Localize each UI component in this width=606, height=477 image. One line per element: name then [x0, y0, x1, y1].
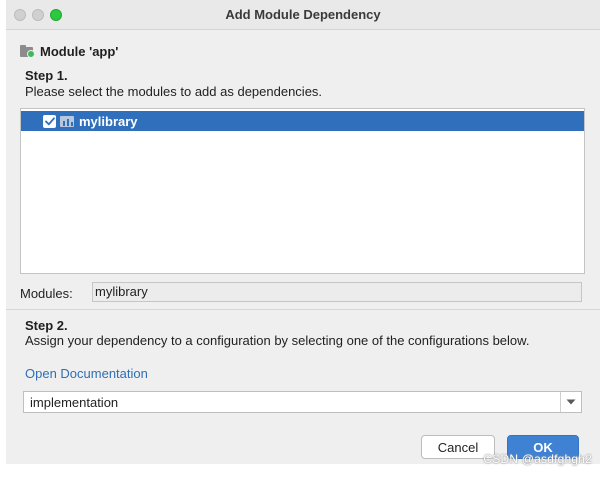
check-icon [44, 116, 55, 125]
list-item-mylibrary[interactable]: mylibrary [21, 111, 584, 131]
modules-label: Modules: [20, 286, 73, 301]
chevron-down-icon [566, 399, 576, 405]
window-title: Add Module Dependency [225, 7, 381, 22]
step1-description: Please select the modules to add as depe… [25, 84, 323, 99]
section-divider [6, 309, 600, 310]
module-title: Module 'app' [40, 43, 119, 59]
module-list[interactable]: mylibrary [20, 108, 585, 274]
configuration-dropdown-button[interactable] [560, 392, 581, 412]
watermark: CSDN @asdfghgh2 [483, 452, 592, 466]
step2-label: Step 2. [25, 318, 68, 333]
module-name: mylibrary [79, 113, 138, 129]
library-module-icon [60, 115, 75, 127]
configuration-value: implementation [30, 394, 119, 410]
modules-field: mylibrary [92, 282, 582, 302]
module-folder-icon [20, 45, 35, 58]
step2-description: Assign your dependency to a configuratio… [25, 333, 530, 348]
module-checkbox[interactable] [43, 114, 56, 128]
open-documentation-link[interactable]: Open Documentation [25, 366, 148, 381]
title-bar: Add Module Dependency [6, 0, 600, 30]
add-module-dependency-dialog: Add Module Dependency Module 'app' Step … [6, 0, 600, 464]
module-header: Module 'app' [20, 42, 118, 60]
step1-label: Step 1. [25, 68, 68, 83]
configuration-select[interactable]: implementation [23, 391, 582, 413]
